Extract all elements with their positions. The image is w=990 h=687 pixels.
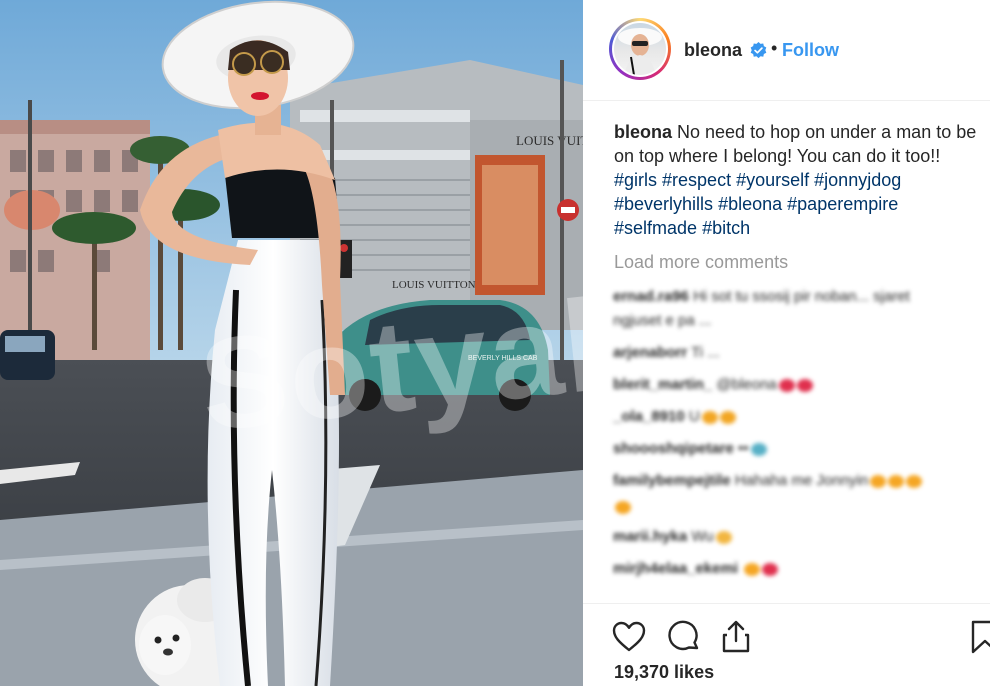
taxi-text: BEVERLY HILLS CAB (468, 355, 538, 362)
post-header: bleona • Follow (583, 0, 990, 101)
comment-text: •• (738, 440, 749, 457)
emoji-icon (715, 530, 732, 544)
comment-username[interactable]: shoooshqipetare (613, 440, 734, 457)
hashtag-link[interactable]: #jonnyjdog (814, 170, 901, 190)
post-side-panel: bleona • Follow bleona No need to hop on… (583, 0, 990, 686)
emoji-icon (762, 562, 779, 576)
emoji-icon (701, 410, 718, 424)
comment-username[interactable]: familybempejtile (613, 472, 731, 489)
photo-scene: LOUIS VUITT LOUIS VUITTON BEVERLY HILLS … (0, 0, 583, 686)
comment-text: @bleona (716, 376, 777, 393)
comment-text: Hahaha me Jonnyin (734, 472, 869, 489)
comment-item (613, 498, 631, 515)
comment-item: ernad.ra96 Hi sot tu ssosij pir noban...… (613, 288, 910, 305)
comment-item: arjenaborr Ti ... (613, 344, 720, 361)
comment-item: ngjuset e pa ... (613, 312, 711, 329)
comments-list-blurred: ernad.ra96 Hi sot tu ssosij pir noban...… (613, 286, 983, 598)
emoji-icon (719, 410, 736, 424)
emoji-icon (615, 500, 631, 514)
header-separator: • (771, 38, 778, 58)
comment-username[interactable]: _ola_8910 (613, 408, 685, 425)
comment-text: U (688, 408, 700, 425)
hashtag-link[interactable]: #selfmade (614, 218, 697, 238)
hashtag-link[interactable]: #bleona (718, 194, 782, 214)
hashtag-link[interactable]: #bitch (702, 218, 750, 238)
heart-icon[interactable] (611, 619, 647, 655)
comment-item: familybempejtile Hahaha me Jonnyin (613, 472, 923, 489)
follow-button[interactable]: Follow (782, 40, 839, 61)
hashtag-link[interactable]: #paperempire (787, 194, 898, 214)
verified-badge-icon (750, 42, 767, 59)
load-more-comments-button[interactable]: Load more comments (614, 252, 788, 273)
store-sign-bottom: LOUIS VUITTON (392, 279, 476, 291)
store-sign-top: LOUIS VUITT (516, 133, 583, 148)
emoji-icon (750, 442, 767, 456)
comment-username[interactable]: arjenaborr (613, 344, 687, 361)
avatar-story-ring[interactable] (609, 18, 671, 80)
comment-icon[interactable] (666, 619, 702, 655)
share-icon[interactable] (718, 619, 754, 655)
post-caption: bleona No need to hop on under a man to … (614, 120, 979, 240)
emoji-icon (906, 474, 923, 488)
caption-username[interactable]: bleona (614, 122, 672, 142)
avatar-image (614, 23, 666, 75)
comment-text: Ti ... (691, 344, 720, 361)
comment-text: Wu (691, 528, 714, 545)
comment-item: mirjh4elaa_ekemi (613, 560, 779, 577)
hashtag-link[interactable]: #respect (662, 170, 731, 190)
emoji-icon (744, 562, 761, 576)
avatar[interactable] (612, 21, 668, 77)
comment-item: blerit_martin_ @bleona (613, 376, 813, 393)
username-link[interactable]: bleona (684, 40, 742, 61)
likes-count[interactable]: 19,370 likes (614, 662, 714, 683)
hashtag-link[interactable]: #beverlyhills (614, 194, 713, 214)
emoji-icon (870, 474, 887, 488)
bookmark-icon[interactable] (967, 619, 990, 655)
comment-username[interactable]: ernad.ra96 (613, 288, 689, 305)
emoji-icon (778, 378, 795, 392)
emoji-icon (796, 378, 813, 392)
hashtag-link[interactable]: #yourself (736, 170, 809, 190)
hashtag-link[interactable]: #girls (614, 170, 657, 190)
comment-item: marii.hyka Wu (613, 528, 732, 545)
comment-username[interactable]: mirjh4elaa_ekemi (613, 560, 738, 577)
emoji-icon (888, 474, 905, 488)
comment-item: _ola_8910 U (613, 408, 736, 425)
post-photo[interactable]: LOUIS VUITT LOUIS VUITTON BEVERLY HILLS … (0, 0, 583, 686)
comment-text: Hi sot tu ssosij pir noban... sjaret (693, 288, 910, 305)
comment-item: shoooshqipetare •• (613, 440, 767, 457)
comment-text: ngjuset e pa ... (613, 312, 712, 329)
comment-username[interactable]: blerit_martin_ (613, 376, 712, 393)
comment-username[interactable]: marii.hyka (613, 528, 687, 545)
